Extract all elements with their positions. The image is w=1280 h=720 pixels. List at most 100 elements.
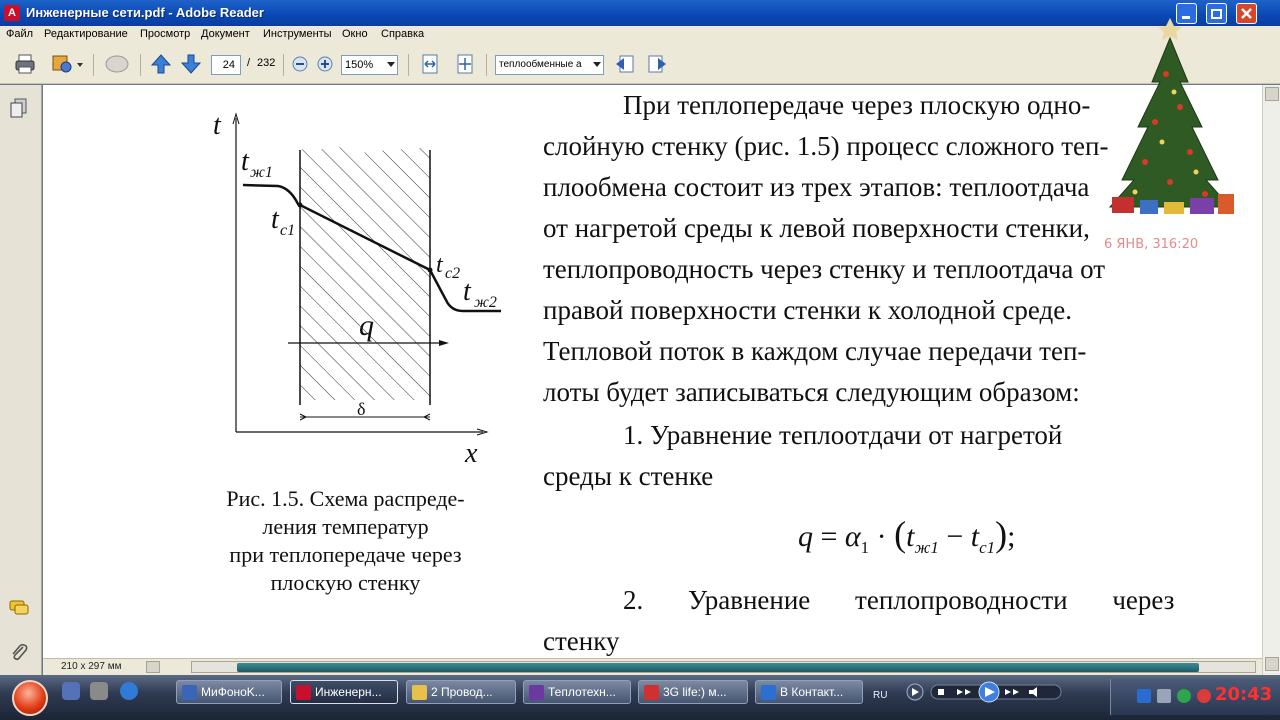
zoom-value: 150% (345, 59, 374, 71)
formula-alpha: α (844, 520, 861, 553)
media-player-controls[interactable] (905, 680, 1075, 704)
menu-help[interactable]: Справка (381, 28, 424, 40)
find-previous-button[interactable] (614, 53, 636, 75)
window-title: Инженерные сети.pdf - Adobe Reader (26, 5, 264, 20)
taskbar-item[interactable]: 2 Провод... (406, 680, 516, 704)
window-icon (529, 685, 544, 700)
comments-panel-button[interactable] (8, 597, 30, 619)
toolbar-separator (486, 54, 487, 76)
next-page-button[interactable] (180, 53, 202, 75)
toolbar-separator (93, 54, 94, 76)
text-line: среды к стенке (543, 461, 714, 491)
chevron-down-icon (593, 62, 601, 67)
quicklaunch-icon[interactable] (62, 682, 80, 700)
vertical-scrollbar[interactable] (1262, 85, 1280, 675)
widget-date-text: 6 ЯНВ, 316:20 (1104, 237, 1198, 252)
document-page[interactable]: t x t ж1 t с1 t с2 t ж2 q δ Рис. 1.5. Сх… (43, 85, 1262, 658)
quicklaunch-icon[interactable] (90, 682, 108, 700)
menu-edit[interactable]: Редактирование (44, 28, 128, 40)
zoom-in-button[interactable] (316, 53, 334, 75)
x-axis-label: x (464, 438, 478, 469)
formula-alpha-sub: 1 (860, 538, 870, 557)
taskbar-item-label: 3G life:) м... (663, 685, 727, 699)
t-c2-subscript: с2 (445, 265, 460, 282)
collaborate-icon (52, 55, 83, 73)
print-button[interactable] (14, 53, 36, 75)
arrow-down-icon (180, 54, 202, 74)
taskbar-item[interactable]: 3G life:) м... (638, 680, 748, 704)
fit-page-button[interactable] (454, 53, 476, 75)
comments-icon (9, 600, 29, 615)
status-bar: 210 x 297 мм (43, 658, 1262, 675)
attachments-panel-button[interactable] (8, 641, 30, 663)
formula-dot: · (876, 520, 887, 553)
taskbar-item-label: 2 Провод... (431, 685, 493, 699)
horizontal-scrollbar[interactable] (191, 661, 1256, 673)
menu-tools[interactable]: Инструменты (263, 28, 332, 40)
scroll-left-button[interactable] (146, 661, 160, 673)
total-pages: 232 (257, 57, 276, 69)
scroll-down-button[interactable] (1265, 657, 1279, 671)
text-line: 2. Уравнение теплопроводности через (623, 585, 1175, 615)
comment-button[interactable] (104, 53, 130, 75)
taskbar-item[interactable]: МиФонoK... (176, 680, 282, 704)
language-indicator[interactable]: RU (873, 690, 887, 701)
clock[interactable]: 20:43 (1215, 684, 1272, 705)
text-line: 1. Уравнение теплоотдачи от нагретой (623, 420, 1063, 450)
temperature-distribution-figure: t x t ж1 t с1 t с2 t ж2 q δ (213, 110, 501, 469)
previous-page-button[interactable] (150, 53, 172, 75)
thickness-label: δ (357, 399, 365, 419)
pages-icon (10, 98, 27, 118)
internet-explorer-icon[interactable] (120, 682, 138, 700)
t-zh1-label: t (241, 146, 250, 177)
search-input[interactable]: теплообменные а (495, 55, 604, 75)
formula-t-liquid: t (906, 520, 915, 553)
christmas-tree-widget: 6 ЯНВ, 316:20 (1104, 18, 1234, 252)
point-tc1 (297, 202, 303, 208)
horizontal-scroll-thumb[interactable] (237, 663, 1199, 672)
menu-file[interactable]: Файл (6, 28, 33, 40)
taskbar-item-active[interactable]: Инженерн... (290, 680, 398, 704)
heat-flux-arrowhead (439, 340, 449, 346)
find-next-icon (648, 55, 666, 73)
formula-t-wall-sub: с1 (979, 538, 996, 557)
tray-icon[interactable] (1177, 689, 1191, 703)
taskbar-item[interactable]: Теплотехн... (523, 680, 631, 704)
pages-panel-button[interactable] (8, 97, 30, 119)
caption-line: плоскую стенку (270, 570, 421, 595)
zoom-out-button[interactable] (291, 53, 309, 75)
taskbar-item[interactable]: В Контакт... (755, 680, 863, 704)
start-button[interactable] (12, 680, 48, 716)
folder-icon (412, 685, 427, 700)
comment-cloud-icon (105, 55, 129, 73)
paragraph-conduction: 2. Уравнение теплопроводности через стен… (543, 580, 1210, 658)
taskbar-item-label: Теплотехн... (548, 685, 616, 699)
printer-icon (15, 54, 35, 74)
adobe-reader-icon: A (4, 5, 20, 21)
formula-heat-transfer: q = α1 · (tж1 − tс1); (798, 514, 1016, 557)
collaborate-button[interactable] (50, 53, 84, 75)
toolbar-separator (140, 54, 141, 76)
page-size: 210 x 297 мм (61, 661, 122, 672)
text-line: правой поверхности стенки к холодной сре… (543, 295, 1073, 325)
scrolling-mode-button[interactable] (419, 53, 441, 75)
menu-bar: Файл Редактирование Просмотр Документ Ин… (0, 26, 1280, 44)
speaker-icon[interactable] (1197, 689, 1211, 703)
caption-line: Рис. 1.5. Схема распреде- (226, 486, 465, 511)
paperclip-icon (12, 643, 28, 661)
system-tray: 20:43 (1110, 679, 1280, 715)
text-line: лоты будет записываться следующим образо… (543, 377, 1080, 407)
page-number-input[interactable]: 24 (211, 55, 241, 75)
menu-document[interactable]: Документ (201, 28, 250, 40)
find-next-button[interactable] (646, 53, 668, 75)
t-axis-label: t (213, 110, 222, 141)
tray-icon[interactable] (1137, 689, 1151, 703)
caption-line: при теплопередаче через (229, 542, 462, 567)
tray-icon[interactable] (1157, 689, 1171, 703)
menu-view[interactable]: Просмотр (140, 28, 190, 40)
page-separator: / (247, 57, 251, 69)
menu-window[interactable]: Окно (342, 28, 368, 40)
scroll-up-button[interactable] (1265, 87, 1279, 101)
zoom-select[interactable]: 150% (341, 55, 398, 75)
search-input-value: теплообменные а (499, 59, 582, 70)
